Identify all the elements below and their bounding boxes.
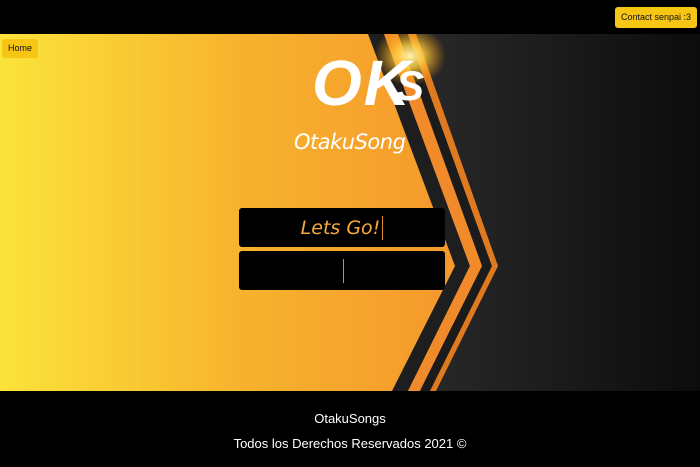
site-subtitle: OtakuSong — [294, 130, 406, 154]
footer-brand: OtakuSongs — [314, 411, 386, 426]
text-cursor-icon — [382, 215, 384, 240]
hero-banner: Home OK S OtakuSong Lets Go! — [0, 34, 700, 391]
contact-button[interactable]: Contact senpai :3 — [614, 7, 697, 28]
top-navbar: Contact senpai :3 — [0, 0, 700, 34]
footer-copyright: Todos los Derechos Reservados 2021 © — [233, 436, 467, 451]
text-cursor-icon — [342, 258, 344, 283]
footer: OtakuSongs Todos los Derechos Reservados… — [0, 391, 700, 467]
oks-logo: OK S — [312, 47, 442, 134]
lets-go-field[interactable]: Lets Go! — [239, 208, 445, 247]
home-button[interactable]: Home — [2, 39, 39, 58]
lets-go-text: Lets Go! — [300, 216, 381, 239]
input-field[interactable] — [239, 251, 445, 290]
logo-tail-text: S — [396, 62, 425, 109]
